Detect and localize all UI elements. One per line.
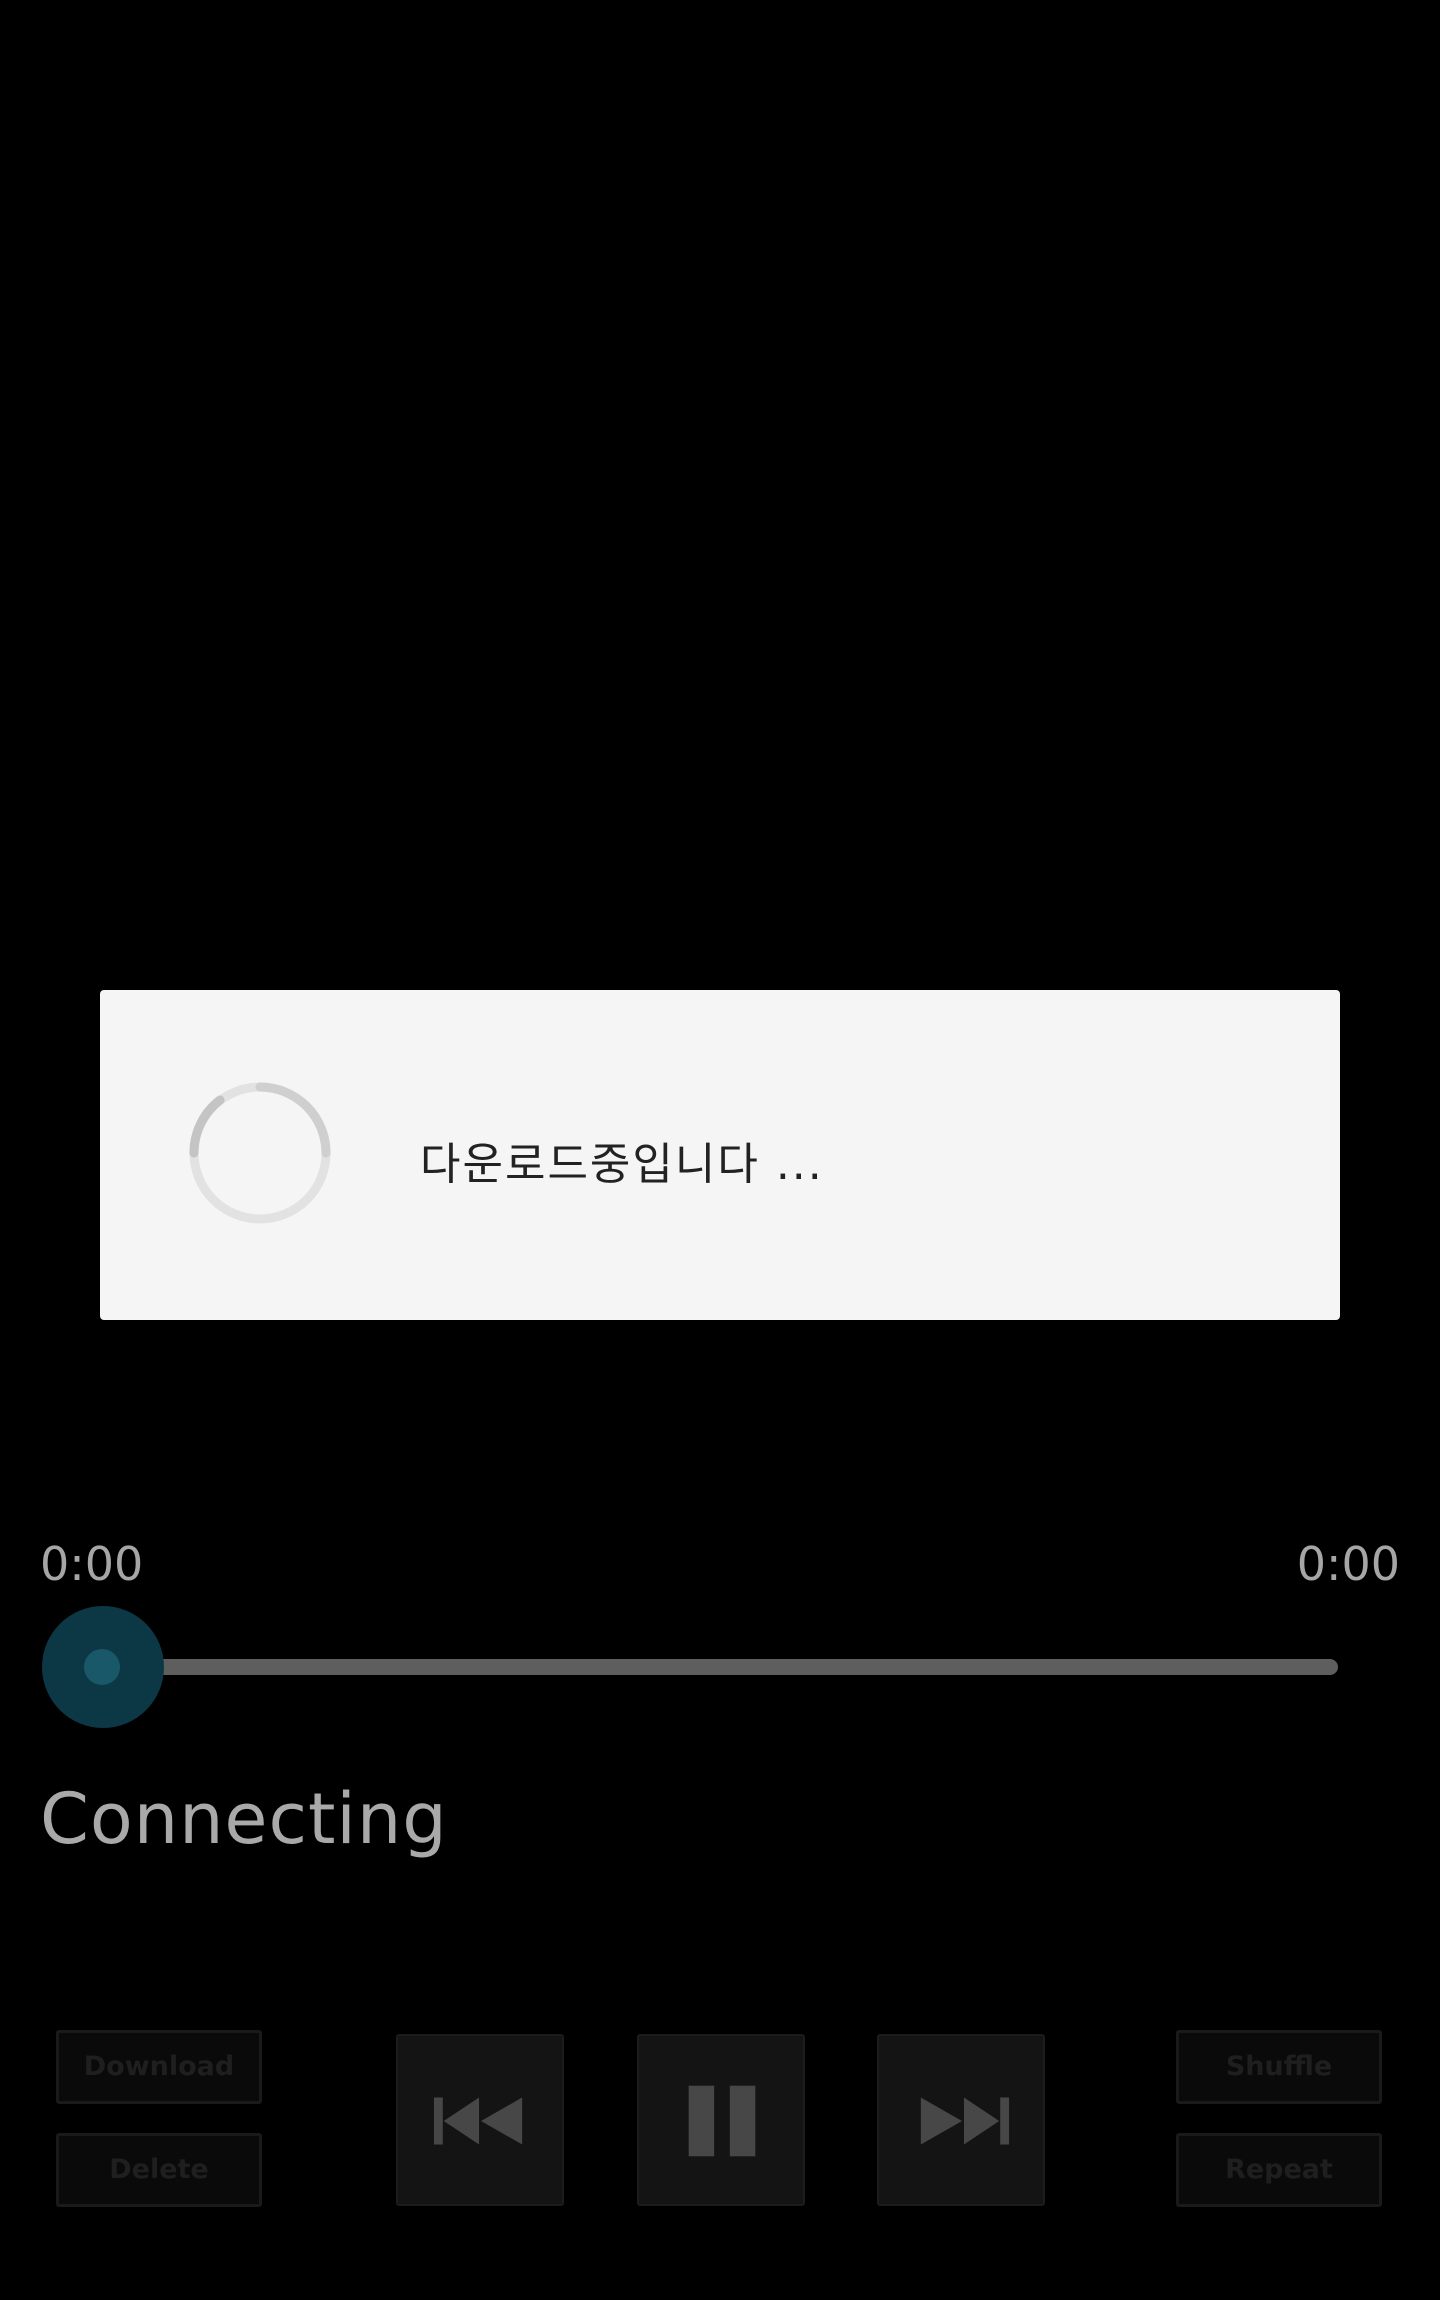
seek-bar-track[interactable] [103,1659,1338,1675]
previous-button[interactable] [396,2034,564,2206]
dialog-message: 다운로드중입니다 ... [420,1139,824,1190]
pause-button[interactable] [637,2034,805,2206]
elapsed-time: 0:00 [40,1537,144,1591]
seek-bar-thumb[interactable] [84,1649,120,1685]
delete-button[interactable]: Delete [56,2133,262,2207]
status-text: Connecting [40,1778,448,1860]
download-button[interactable]: Download [56,2030,262,2104]
skip-previous-icon [433,2097,523,2145]
next-button[interactable] [877,2034,1045,2206]
shuffle-button[interactable]: Shuffle [1176,2030,1382,2104]
loading-spinner-icon [189,1082,331,1224]
skip-next-icon [920,2097,1010,2145]
repeat-button[interactable]: Repeat [1176,2133,1382,2207]
total-time: 0:00 [1296,1537,1400,1591]
pause-icon [688,2085,756,2157]
